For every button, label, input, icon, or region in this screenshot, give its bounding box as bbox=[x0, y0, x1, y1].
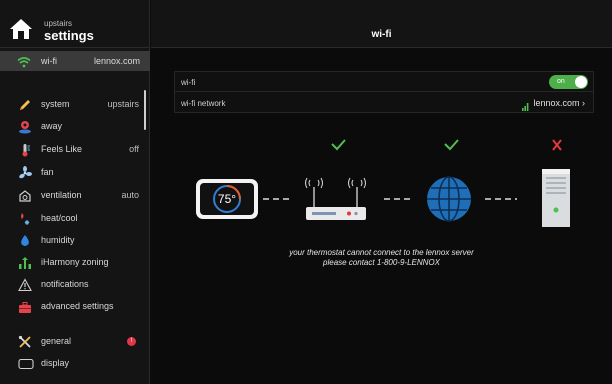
pencil-icon bbox=[18, 98, 32, 111]
sidebar-item-value: auto bbox=[121, 190, 139, 200]
sidebar-item-label: display bbox=[41, 358, 70, 368]
thermometer-icon bbox=[18, 143, 32, 157]
brand-header[interactable]: upstairs settings bbox=[0, 0, 150, 48]
toggle-knob bbox=[575, 76, 587, 88]
sidebar-item-label: iHarmony zoning bbox=[41, 257, 109, 267]
sidebar-item-value: off bbox=[129, 144, 139, 154]
error-message-line2: please contact 1-800-9-LENNOX bbox=[323, 258, 440, 267]
brand-subtitle: upstairs bbox=[44, 19, 73, 28]
wifi-icon bbox=[17, 55, 31, 73]
fan-icon bbox=[18, 166, 32, 179]
wifi-settings-list: wi-fi on wi-fi network lennox.com › bbox=[174, 71, 594, 113]
toolbox-icon bbox=[18, 300, 32, 313]
house-icon bbox=[9, 18, 33, 45]
sidebar-item-label: heat/cool bbox=[41, 213, 78, 223]
check-icon-internet bbox=[444, 139, 459, 151]
sidebar-item-notifications[interactable]: notifications bbox=[0, 274, 143, 295]
notification-badge: ! bbox=[127, 337, 136, 346]
server-icon bbox=[542, 169, 570, 227]
wifi-network-label: wi-fi network bbox=[181, 99, 226, 108]
toggle-state-text: on bbox=[557, 78, 565, 85]
sidebar-item-label: humidity bbox=[41, 235, 75, 245]
sidebar-item-system[interactable]: system upstairs bbox=[0, 94, 143, 115]
sidebar-item-label: ventilation bbox=[41, 190, 82, 200]
wifi-toggle-row: wi-fi on bbox=[175, 72, 593, 92]
sidebar-item-advanced-settings[interactable]: advanced settings bbox=[0, 296, 143, 317]
sidebar-wifi-value: lennox.com bbox=[93, 56, 140, 66]
sidebar-item-label: Feels Like bbox=[41, 144, 83, 154]
signal-strength-icon bbox=[522, 98, 530, 116]
sidebar-item-humidity[interactable]: humidity bbox=[0, 230, 143, 251]
check-icon-router bbox=[331, 139, 346, 151]
sidebar: upstairs settings wi-fi lennox.com syste… bbox=[0, 0, 150, 384]
sidebar-item-fan[interactable]: fan bbox=[0, 162, 143, 183]
display-icon bbox=[18, 357, 34, 370]
sidebar-item-general[interactable]: general ! bbox=[0, 331, 143, 352]
sidebar-item-feels-like[interactable]: Feels Like off bbox=[0, 139, 143, 160]
sidebar-item-ventilation[interactable]: ventilation auto bbox=[0, 185, 143, 206]
sidebar-item-away[interactable]: away bbox=[0, 116, 143, 137]
zoning-icon bbox=[18, 256, 32, 269]
chevron-right-icon: › bbox=[582, 98, 585, 108]
tools-icon bbox=[18, 335, 32, 348]
wifi-network-row[interactable]: wi-fi network lennox.com › bbox=[175, 93, 593, 113]
sidebar-item-label: away bbox=[41, 121, 63, 131]
main-header: wi-fi bbox=[151, 0, 612, 48]
wifi-toggle[interactable]: on bbox=[549, 75, 588, 89]
error-message-line1: your thermostat cannot connect to the le… bbox=[289, 248, 474, 257]
sidebar-item-iharmony-zoning[interactable]: iHarmony zoning bbox=[0, 252, 143, 273]
wifi-toggle-label: wi-fi bbox=[181, 78, 196, 87]
sidebar-wifi-label: wi-fi bbox=[41, 56, 57, 66]
x-icon-server bbox=[552, 139, 562, 151]
sidebar-item-heat-cool[interactable]: heat/cool bbox=[0, 208, 143, 229]
thermostat-icon: 75° bbox=[196, 179, 258, 219]
ventilation-icon bbox=[18, 189, 32, 202]
sidebar-item-label: system bbox=[41, 99, 70, 109]
sidebar-item-label: general bbox=[41, 336, 72, 346]
wifi-network-value: lennox.com › bbox=[533, 98, 585, 108]
humidity-drop-icon bbox=[18, 234, 32, 247]
warning-triangle-icon bbox=[18, 278, 32, 292]
thermostat-temp: 75° bbox=[218, 192, 236, 206]
sidebar-item-wifi[interactable]: wi-fi lennox.com bbox=[0, 51, 150, 71]
connection-diagram: 75° bbox=[196, 139, 570, 227]
away-pin-icon bbox=[18, 120, 32, 134]
page-title: wi-fi bbox=[371, 29, 392, 40]
sidebar-scrollbar[interactable] bbox=[144, 90, 146, 130]
sidebar-item-label: fan bbox=[41, 167, 54, 177]
sidebar-item-label: notifications bbox=[41, 279, 89, 289]
sidebar-item-value: upstairs bbox=[107, 99, 139, 109]
main-panel: wi-fi wi-fi on wi-fi network lennox.com … bbox=[151, 0, 612, 384]
router-icon bbox=[305, 177, 366, 220]
sidebar-item-display[interactable]: display bbox=[0, 353, 143, 374]
heat-cool-icon bbox=[18, 212, 32, 225]
brand-title: settings bbox=[44, 28, 94, 43]
sidebar-item-label: advanced settings bbox=[41, 301, 114, 311]
globe-icon bbox=[427, 176, 471, 222]
